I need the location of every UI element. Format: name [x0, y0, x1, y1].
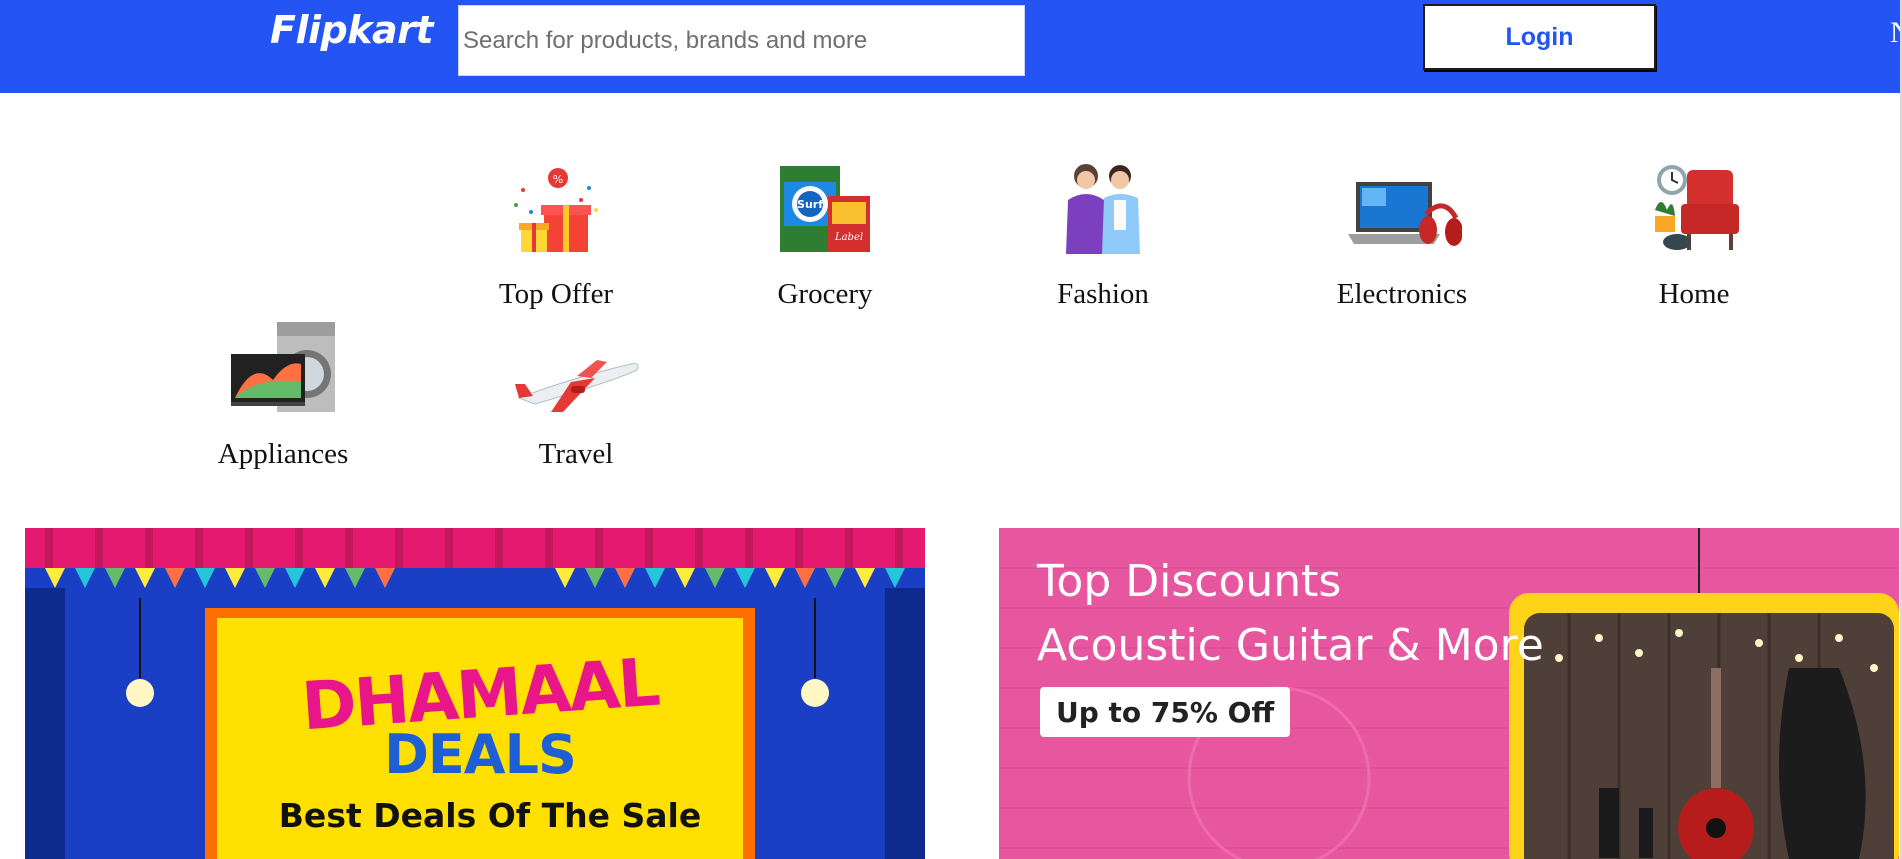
category-label: Travel: [538, 438, 614, 470]
electronics-icon: [1348, 182, 1462, 246]
banner-headline: Top Discounts: [1037, 556, 1342, 607]
banner-subheadline: Acoustic Guitar & More: [1037, 620, 1544, 671]
airplane-icon: [515, 360, 639, 412]
banner-top-discounts[interactable]: Top Discounts Acoustic Guitar & More Up …: [999, 528, 1899, 859]
category-appliances[interactable]: Appliances: [183, 320, 383, 480]
category-label: Home: [1658, 278, 1730, 310]
top-header: Flipkart Login N: [0, 0, 1902, 93]
category-fashion[interactable]: Fashion: [1003, 160, 1203, 320]
category-home[interactable]: Home: [1594, 160, 1794, 320]
category-electronics[interactable]: Electronics: [1302, 160, 1502, 320]
search-box[interactable]: [458, 5, 1025, 76]
category-top-offer[interactable]: % Top Offer: [456, 160, 656, 320]
grocery-icon: Surf Label: [780, 166, 870, 252]
gift-offer-icon: %: [514, 168, 598, 252]
fashion-icon: [1066, 164, 1140, 254]
svg-text:Surf: Surf: [797, 198, 823, 211]
category-label: Appliances: [217, 438, 349, 470]
category-label: Grocery: [777, 278, 873, 310]
svg-text:%: %: [553, 173, 563, 186]
banner-subtitle: Best Deals Of The Sale: [278, 796, 702, 835]
category-label: Top Offer: [498, 278, 614, 310]
banner-dhamaal-deals[interactable]: DHAMAAL DEALS Best Deals Of The Sale: [25, 528, 925, 859]
appliances-icon: [231, 322, 335, 412]
category-label: Fashion: [1057, 278, 1149, 310]
category-label: Electronics: [1336, 278, 1468, 310]
home-furniture-icon: [1655, 165, 1739, 250]
login-button[interactable]: Login: [1423, 4, 1656, 70]
banner-title-line2: DEALS: [384, 723, 577, 786]
search-input[interactable]: [459, 6, 1024, 75]
discount-badge: Up to 75% Off: [1040, 687, 1291, 737]
svg-text:Label: Label: [834, 232, 863, 243]
flipkart-logo[interactable]: Flipkart: [270, 8, 434, 52]
category-grocery[interactable]: Surf Label Grocery: [725, 160, 925, 320]
category-travel[interactable]: Travel: [476, 320, 676, 480]
